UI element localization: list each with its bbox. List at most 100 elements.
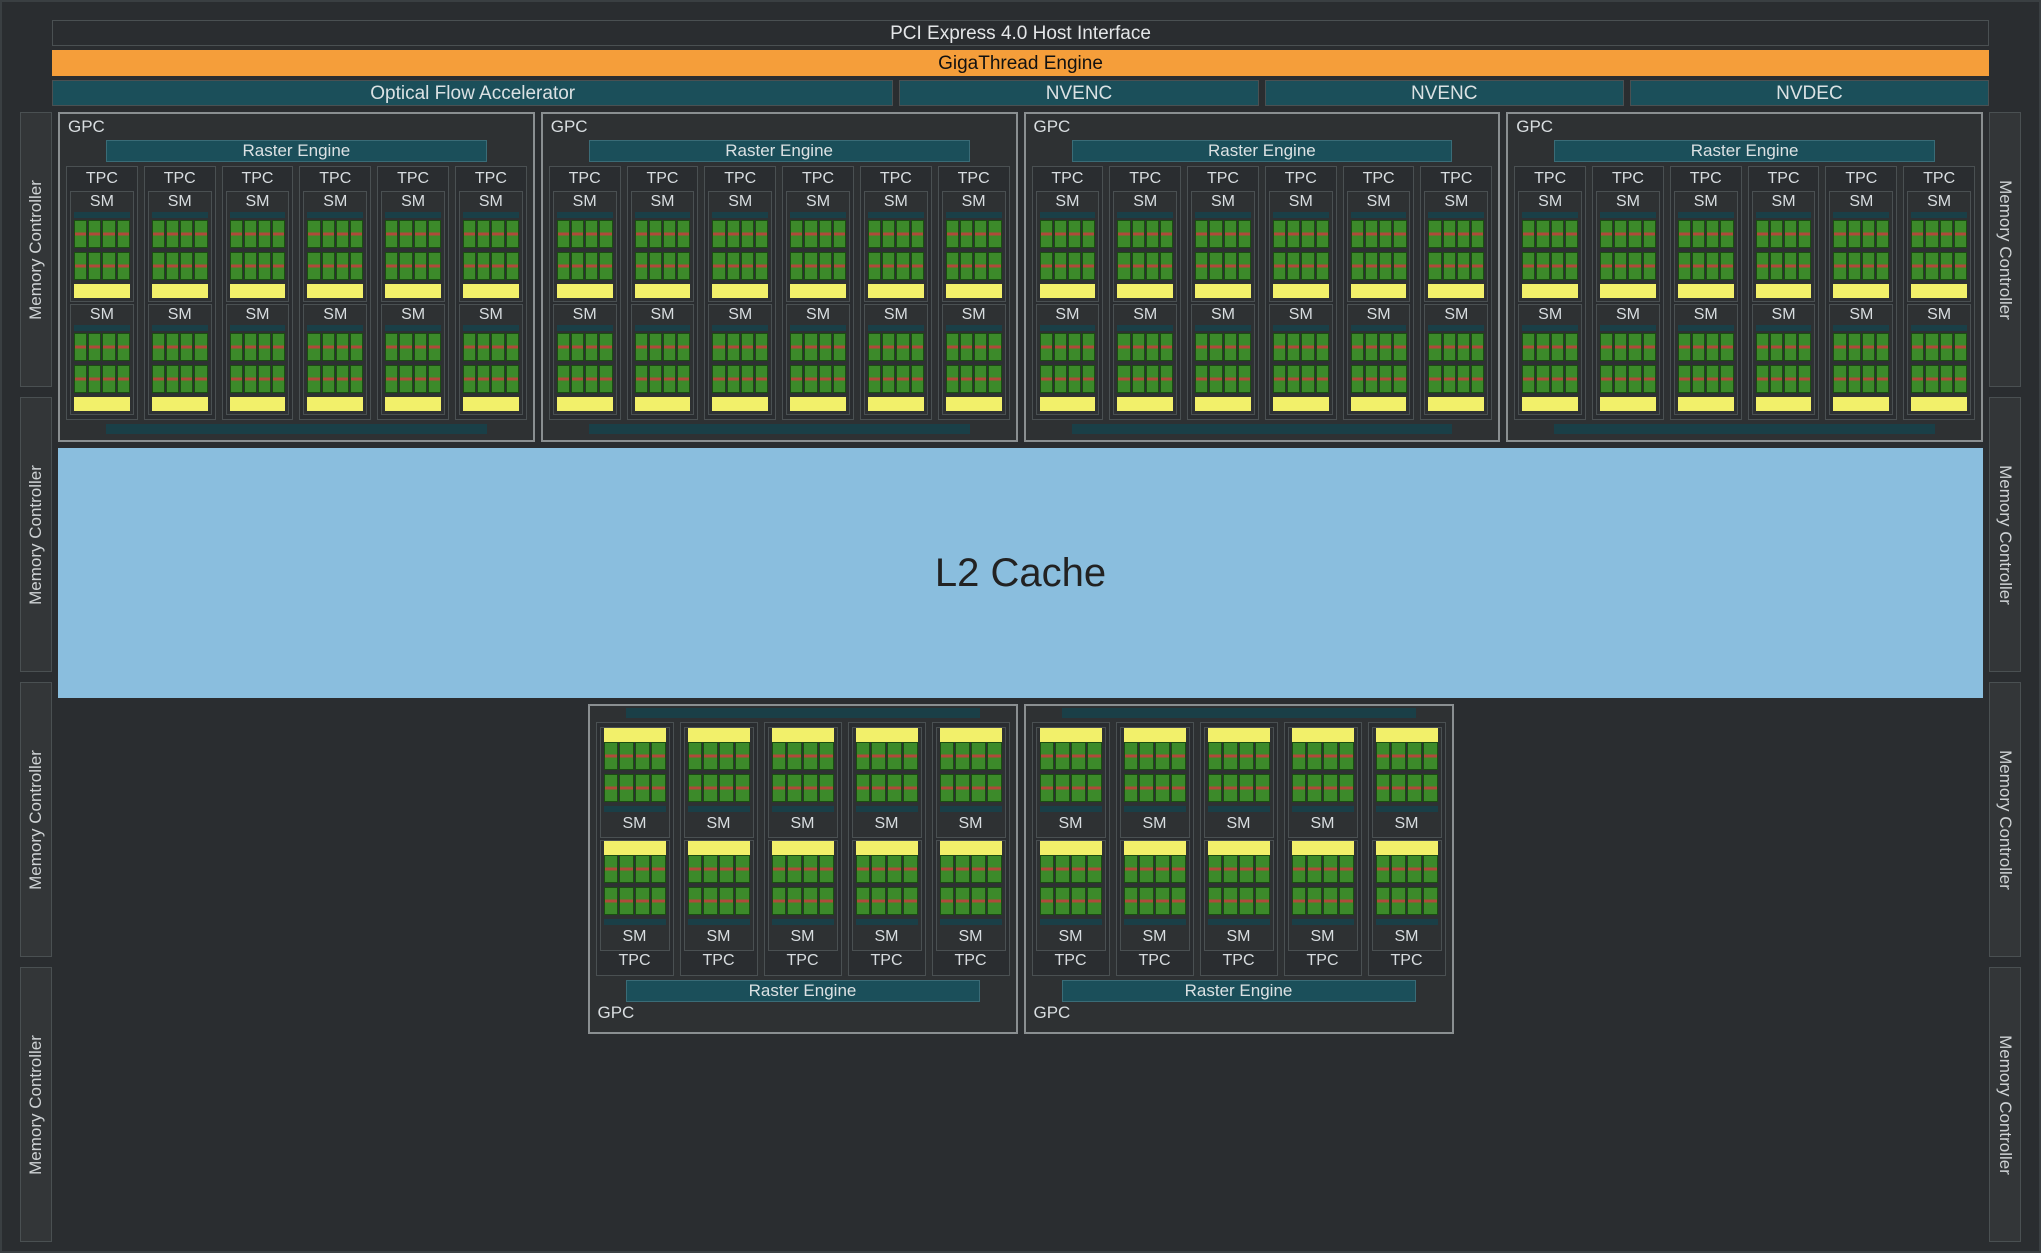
sm-cache-strip	[1208, 806, 1270, 812]
sm-label: SM	[230, 305, 286, 325]
sm-cache-strip	[1911, 212, 1967, 218]
sm-cache-strip	[1292, 806, 1354, 812]
sm-cache-strip	[635, 212, 691, 218]
cuda-core-block	[1351, 220, 1407, 248]
sm-label: SM	[1124, 927, 1186, 947]
cuda-core-column	[1239, 887, 1254, 915]
cuda-core-block	[230, 365, 286, 393]
tpc-label: TPC	[1036, 951, 1106, 971]
cuda-core-column	[868, 252, 881, 280]
cuda-core-column	[74, 252, 87, 280]
cuda-core-column	[1443, 220, 1456, 248]
sm-cache-strip	[1040, 806, 1102, 812]
cuda-core-block	[790, 333, 846, 361]
cuda-core-column	[688, 742, 703, 770]
cuda-core-column	[1124, 887, 1139, 915]
sm-block: SM	[684, 727, 754, 838]
tpc-block: TPCSMSM	[222, 166, 294, 420]
sm-block: SM	[864, 304, 928, 415]
cuda-core-column	[272, 252, 285, 280]
cuda-core-column	[491, 252, 504, 280]
cuda-core-column	[1040, 252, 1053, 280]
cuda-core-column	[1323, 855, 1338, 883]
cuda-core-column	[1925, 220, 1938, 248]
cuda-core-column	[1720, 333, 1733, 361]
cuda-core-column	[1565, 333, 1578, 361]
sm-label: SM	[635, 192, 691, 212]
cuda-core-block	[307, 365, 363, 393]
cuda-core-column	[604, 774, 619, 802]
gpc-rop-bar	[1554, 424, 1935, 434]
sm-label: SM	[1376, 927, 1438, 947]
cuda-core-column	[557, 333, 570, 361]
tensor-core-strip	[1117, 284, 1173, 298]
cuda-core-column	[712, 365, 725, 393]
sm-label: SM	[772, 927, 834, 947]
cuda-core-block	[1756, 252, 1812, 280]
cuda-core-block	[1756, 365, 1812, 393]
cuda-core-column	[1756, 252, 1769, 280]
cuda-core-column	[688, 887, 703, 915]
cuda-core-block	[1756, 220, 1812, 248]
cuda-core-column	[1393, 252, 1406, 280]
cuda-core-column	[911, 333, 924, 361]
tpc-block: TPCSMSM	[1343, 166, 1415, 420]
tpc-block: SMSMTPC	[848, 722, 926, 976]
cuda-core-block	[1351, 252, 1407, 280]
cuda-core-column	[194, 333, 207, 361]
tensor-core-strip	[74, 284, 130, 298]
sm-block: SM	[1036, 304, 1100, 415]
cuda-core-column	[703, 887, 718, 915]
cuda-core-column	[790, 220, 803, 248]
cuda-core-column	[960, 365, 973, 393]
tpc-block: TPCSMSM	[1187, 166, 1259, 420]
cuda-core-column	[1770, 220, 1783, 248]
sm-block: SM	[936, 727, 1006, 838]
sm-cache-strip	[463, 212, 519, 218]
cuda-core-block	[74, 365, 130, 393]
cuda-core-column	[1224, 365, 1237, 393]
cuda-core-column	[868, 220, 881, 248]
cuda-core-block	[1273, 220, 1329, 248]
cuda-core-column	[635, 333, 648, 361]
cuda-core-column	[1239, 855, 1254, 883]
cuda-core-column	[712, 220, 725, 248]
cuda-core-column	[882, 220, 895, 248]
cuda-core-column	[117, 252, 130, 280]
sm-cache-strip	[790, 325, 846, 331]
sm-block: SM	[600, 840, 670, 951]
tensor-core-strip	[1428, 284, 1484, 298]
sm-block: SM	[864, 191, 928, 302]
cuda-core-column	[651, 887, 666, 915]
cuda-core-column	[1068, 252, 1081, 280]
cuda-core-column	[1756, 220, 1769, 248]
sm-label: SM	[152, 192, 208, 212]
sm-block: SM	[786, 191, 850, 302]
cuda-core-block	[712, 220, 768, 248]
cuda-core-column	[385, 333, 398, 361]
cuda-core-column	[1238, 365, 1251, 393]
cuda-core-column	[88, 220, 101, 248]
sm-block: SM	[684, 840, 754, 951]
cuda-core-column	[180, 365, 193, 393]
cuda-core-column	[414, 252, 427, 280]
cuda-core-block	[772, 774, 834, 802]
cuda-core-column	[727, 333, 740, 361]
cuda-core-column	[1055, 855, 1070, 883]
sm-label: SM	[1273, 305, 1329, 325]
cuda-core-column	[1798, 220, 1811, 248]
raster-engine-bar: Raster Engine	[589, 140, 970, 162]
cuda-core-column	[585, 252, 598, 280]
cuda-core-column	[322, 220, 335, 248]
tensor-core-strip	[152, 284, 208, 298]
cuda-core-block	[946, 252, 1002, 280]
cuda-core-column	[1940, 220, 1953, 248]
cuda-core-block	[1428, 252, 1484, 280]
sm-label: SM	[152, 305, 208, 325]
cuda-core-column	[1379, 220, 1392, 248]
cuda-core-block	[1678, 252, 1734, 280]
cuda-core-block	[1911, 365, 1967, 393]
cuda-core-block	[856, 887, 918, 915]
cuda-core-column	[180, 252, 193, 280]
sm-block: SM	[1347, 191, 1411, 302]
